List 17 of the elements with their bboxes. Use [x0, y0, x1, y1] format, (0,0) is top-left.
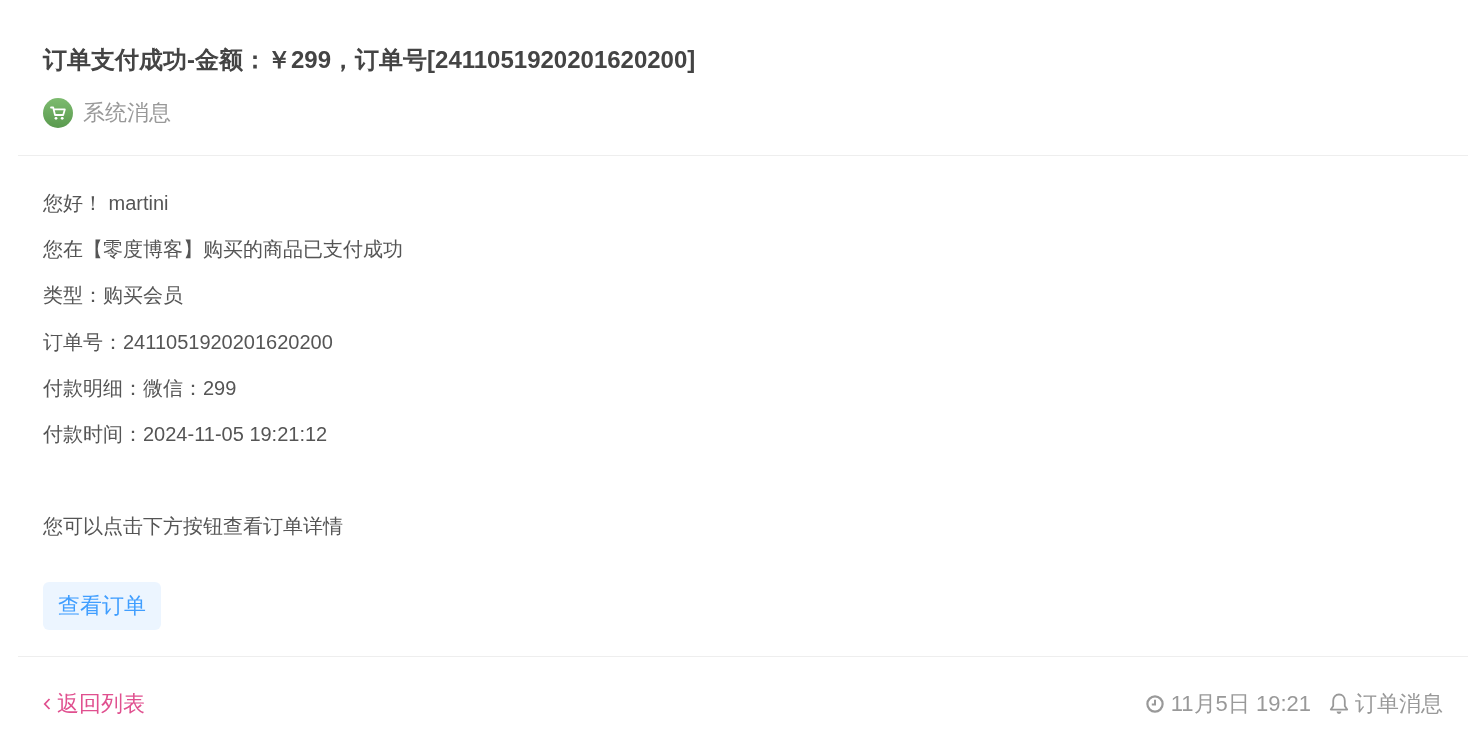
cart-icon	[43, 98, 73, 128]
message-line: 付款时间：2024-11-05 19:21:12	[43, 422, 329, 447]
message-line: 您好！ martini	[43, 191, 170, 216]
chevron-left-icon	[43, 697, 51, 712]
message-line: 您可以点击下方按钮查看订单详情	[43, 514, 344, 540]
bell-icon	[1329, 693, 1349, 716]
message-line: 您在【零度博客】购买的商品已支付成功	[43, 237, 404, 263]
message-category: 订单消息	[1355, 690, 1443, 719]
source-label: 系统消息	[83, 99, 171, 127]
message-line: 类型：购买会员	[43, 283, 184, 309]
message-time: 11月5日 19:21	[1170, 690, 1311, 719]
message-title: 订单支付成功-金额：￥299，订单号[2411051920201620200]	[43, 45, 697, 75]
back-link[interactable]: 返回列表	[43, 689, 145, 720]
message-line: 订单号：2411051920201620200	[43, 329, 334, 355]
clock-icon	[1145, 695, 1164, 714]
view-order-button[interactable]: 查看订单	[43, 582, 161, 631]
message-line: 付款明细：微信：299	[43, 375, 238, 401]
